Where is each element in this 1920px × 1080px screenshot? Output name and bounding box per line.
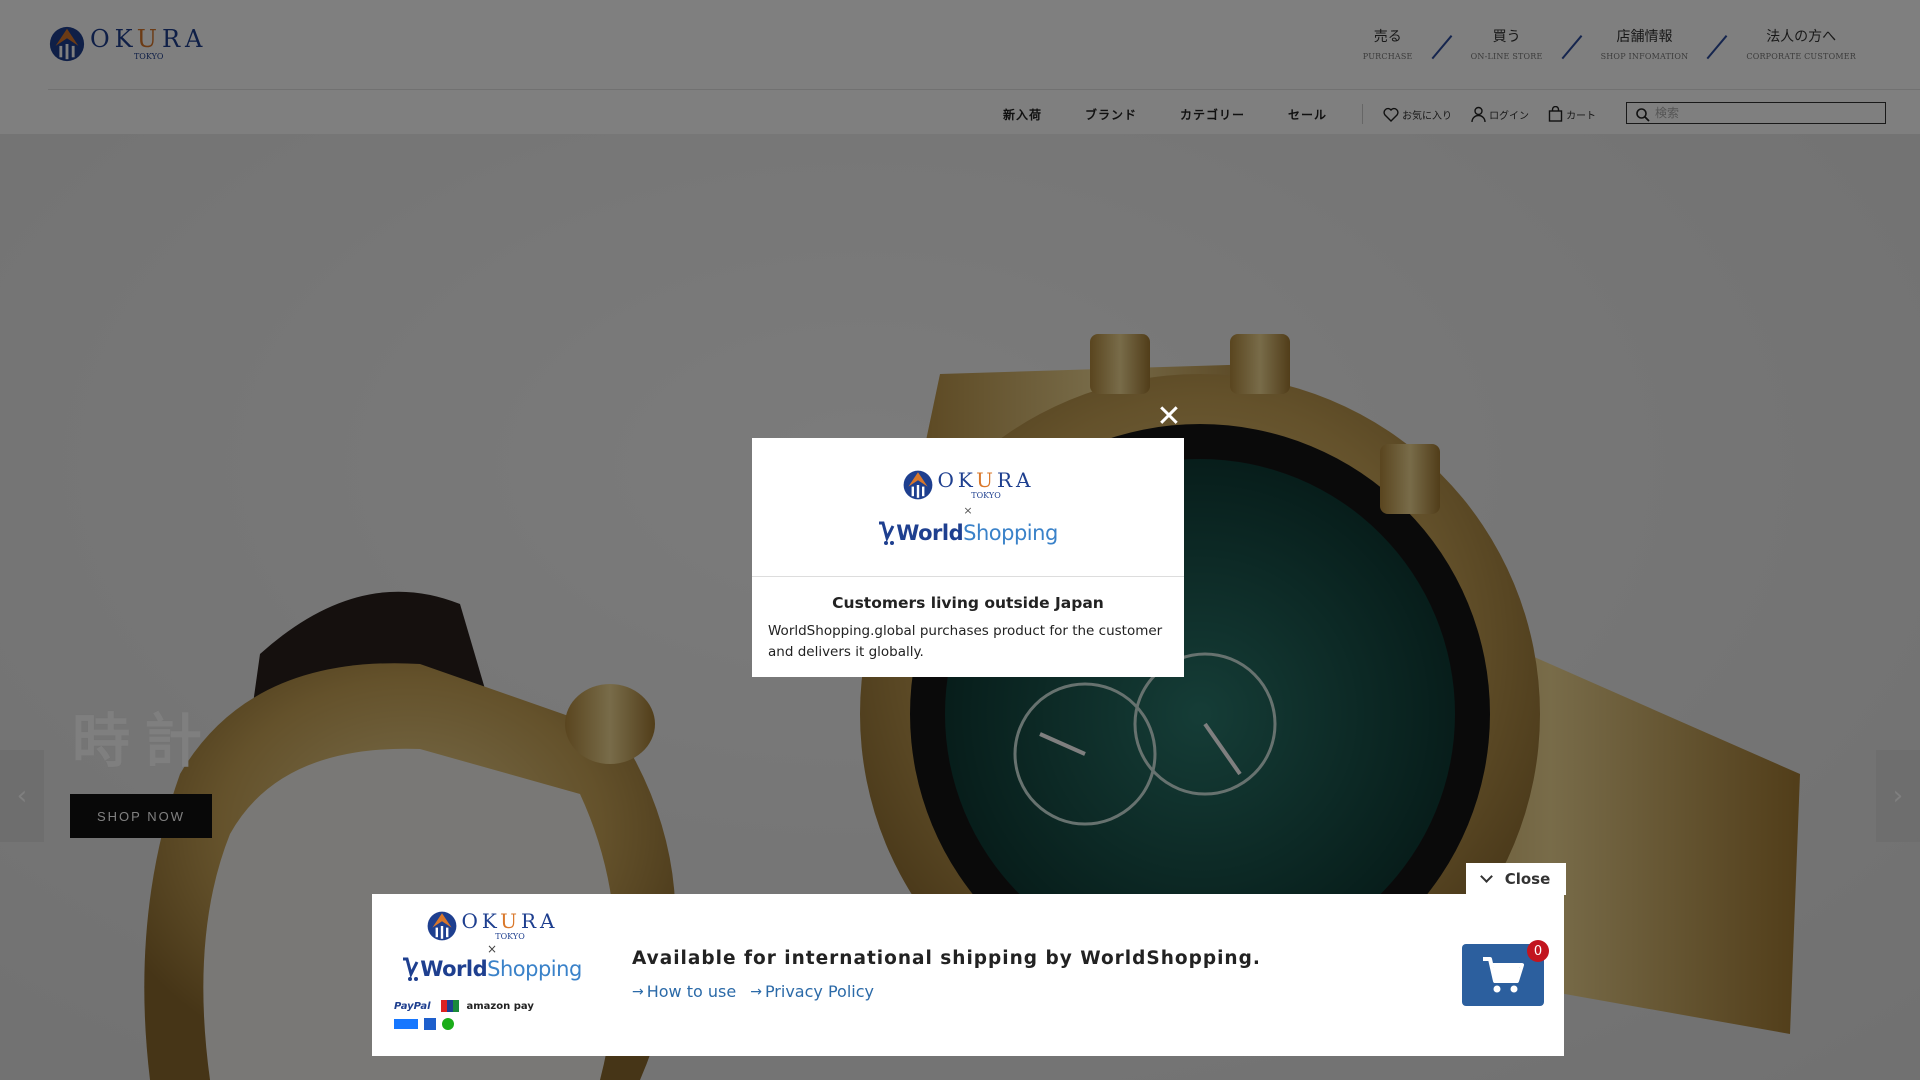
unionpay-icon [440,1000,459,1012]
modal-body: Customers living outside Japan WorldShop… [752,577,1184,663]
shipping-banner: OKURA TOKYO × World Shopping PayPal amazo… [372,894,1564,1056]
banner-logo-area: OKURA TOKYO × World Shopping [392,910,592,982]
privacy-policy-label: Privacy Policy [764,982,874,1001]
banner-headline: Available for international shipping by … [632,948,1261,969]
amazonpay-logo: amazon pay [466,1000,534,1012]
modal-close-button[interactable]: ✕ [1154,402,1184,432]
banner-worldshopping-logo: World Shopping [392,956,592,982]
banner-okura-logo: OKURA TOKYO [392,910,592,942]
arrow-right-icon: → [750,983,762,1000]
shopping-cart-icon [1483,957,1524,993]
privacy-policy-link[interactable]: → Privacy Policy [750,982,874,1001]
cart-count-badge: 0 [1527,940,1549,962]
how-to-use-link[interactable]: → How to use [632,982,736,1001]
paypal-logo: PayPal [394,1000,431,1012]
modal-times-sign: × [963,503,973,517]
worldshopping-suffix: Shopping [487,957,582,981]
arrow-right-icon: → [632,983,644,1000]
payment-icon [424,1018,436,1030]
payment-methods: PayPal amazon pay [394,1000,534,1012]
worldshopping-prefix: World [420,957,488,981]
wechat-pay-icon [442,1018,454,1030]
alipay-icon [394,1019,418,1029]
modal-logo-wordmark: OKURA [937,467,1035,492]
cart-w-icon [879,521,895,545]
banner-close-label: Close [1504,870,1551,888]
modal-logo-subtitle: TOKYO [971,490,1001,500]
okura-mark-icon [427,911,456,941]
banner-links: → How to use → Privacy Policy [632,982,888,1001]
modal-description: WorldShopping.global purchases product f… [768,623,1163,660]
banner-logo-subtitle: TOKYO [495,932,525,941]
modal-okura-logo: OKURA TOKYO [902,469,1035,501]
how-to-use-label: How to use [646,982,737,1001]
banner-close-button[interactable]: Close [1466,863,1566,895]
okura-mark-icon [903,470,932,499]
worldshopping-suffix: Shopping [963,520,1058,545]
banner-logo-wordmark: OKURA [461,909,559,933]
modal-logo-area: OKURA TOKYO × World Shopping [752,438,1184,577]
worldshopping-logo: World Shopping [878,520,1058,546]
payment-methods-row-2 [394,1018,458,1030]
chevron-down-icon [1479,870,1493,883]
modal-title: Customers living outside Japan [832,594,1104,612]
worldshopping-modal: OKURA TOKYO × World Shopping Customers li… [752,438,1184,677]
cart-w-icon [403,957,419,981]
banner-times-sign: × [486,942,498,956]
close-icon: ✕ [1156,400,1182,433]
worldshopping-prefix: World [896,520,964,545]
